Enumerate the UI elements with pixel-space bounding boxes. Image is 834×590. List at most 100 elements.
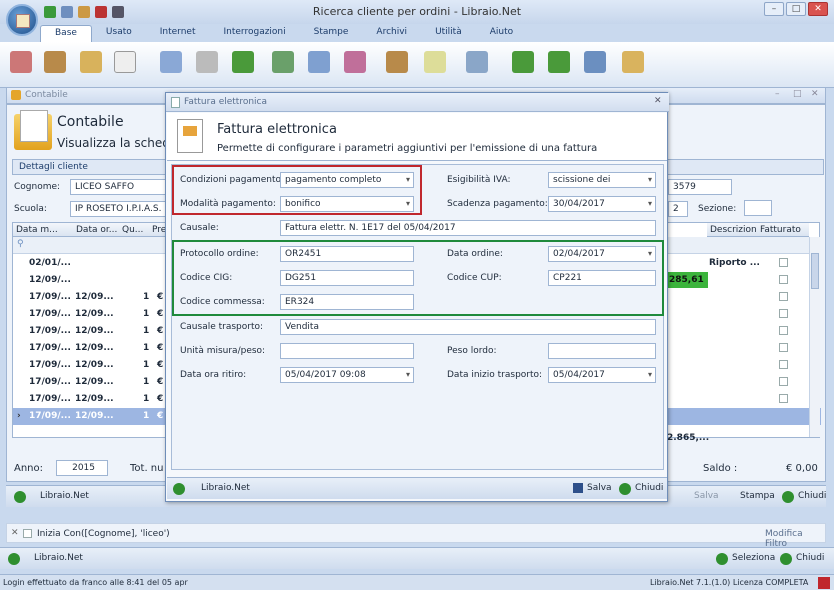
scrollbar-thumb[interactable] [811,253,819,289]
cond-select[interactable]: pagamento completo [280,172,414,188]
peso-spinner[interactable] [548,343,656,359]
book-icon[interactable] [78,6,90,18]
minimize-button[interactable]: – [764,2,784,16]
prot-field[interactable]: OR2451 [280,246,414,262]
app-menu-orb[interactable] [6,4,38,36]
tab-stampe[interactable]: Stampe [300,25,363,43]
col-qu[interactable]: Qu... [119,223,149,237]
close-button[interactable]: ✕ [808,2,828,16]
cognome-field[interactable]: LICEO SAFFO [70,179,166,195]
col-data-m[interactable]: Data m... [13,223,73,237]
anno-spinner[interactable]: 2015 [56,460,108,476]
filter-checkbox[interactable] [23,529,32,538]
inizio-date[interactable]: 05/04/2017 [548,367,656,383]
col-data-or[interactable]: Data or... [73,223,119,237]
cond-label: Condizioni pagamento: [180,175,285,185]
fatturato-checkbox[interactable] [779,326,788,335]
clear-filter-icon[interactable]: ✕ [11,528,19,538]
scad-date[interactable]: 30/04/2017 [548,196,656,212]
search-doc-icon[interactable] [466,51,488,73]
fattura-elettronica-dialog: Fattura elettronica ✕ Fattura elettronic… [165,92,669,502]
upload-2-icon[interactable] [548,51,570,73]
check-doc-icon[interactable] [272,51,294,73]
book-open-icon[interactable] [80,51,102,73]
tab-internet[interactable]: Internet [146,25,210,43]
fatturato-checkbox[interactable] [779,258,788,267]
window-maximize-icon[interactable]: □ [793,89,802,99]
ribbon [0,42,834,88]
fatturato-checkbox[interactable] [779,292,788,301]
fatturato-checkbox[interactable] [779,275,788,284]
panel-save-button[interactable]: Salva [694,491,719,501]
maximize-button[interactable]: □ [786,2,806,16]
cell-price: € [157,292,164,302]
panel-print-button[interactable]: Stampa [740,491,775,501]
ritiro-date[interactable]: 05/04/2017 09:08 [280,367,414,383]
calculator-icon[interactable] [160,51,182,73]
tab-base[interactable]: Base [40,25,92,43]
dialog-close-button[interactable]: Chiudi [635,483,663,493]
esig-select[interactable]: scissione dei pagamenti [548,172,656,188]
client-code-field[interactable]: 3579 [668,179,732,195]
libraio-logo-icon [14,491,26,503]
unita-field[interactable] [280,343,414,359]
user-icon[interactable] [386,51,408,73]
books-2-icon[interactable] [584,51,606,73]
quick-access-toolbar[interactable] [44,6,124,18]
dialog-title: Fattura elettronica [184,97,268,107]
folder-icon[interactable] [622,51,644,73]
dataord-date[interactable]: 02/04/2017 [548,246,656,262]
scuola-field[interactable]: IP ROSETO I.P.I.A.S. [70,201,166,217]
tab-utilita[interactable]: Utilità [421,25,476,43]
fatturato-checkbox[interactable] [779,394,788,403]
new-icon[interactable] [61,6,73,18]
sezione-field[interactable] [744,200,772,216]
comm-field[interactable]: ER324 [280,294,414,310]
dialog-save-button[interactable]: Salva [587,483,612,493]
window-close-icon[interactable]: ✕ [811,89,819,99]
tab-archivi[interactable]: Archivi [362,25,421,43]
causale-field[interactable]: Fattura elettr. N. 1E17 del 05/04/2017 [280,220,656,236]
cell-qty: 1 [143,411,150,421]
bottom-close-button[interactable]: Chiudi [796,553,824,563]
upload-icon[interactable] [512,51,534,73]
cell-green-value: 285,61 [665,272,708,288]
contabile-window-title: Contabile [25,90,68,100]
doc-icon[interactable] [112,6,124,18]
bottom-bar: Libraio.Net Seleziona Chiudi [0,547,834,569]
print-icon[interactable] [95,6,107,18]
tab-aiuto[interactable]: Aiuto [476,25,527,43]
clipboard-icon[interactable] [424,51,446,73]
cart-icon[interactable] [232,51,254,73]
chart-icon[interactable] [344,51,366,73]
cell-price: € [157,377,164,387]
save-icon[interactable] [44,6,56,18]
tab-interrogazioni[interactable]: Interrogazioni [210,25,300,43]
printer-icon[interactable] [196,51,218,73]
select-button[interactable]: Seleziona [732,553,775,563]
panel-close-button[interactable]: Chiudi [798,491,826,501]
fatturato-checkbox[interactable] [779,309,788,318]
col-descrizione[interactable]: Descrizione [707,223,762,237]
fatturato-checkbox[interactable] [779,360,788,369]
mod-select[interactable]: bonifico [280,196,414,212]
window-minimize-icon[interactable]: – [775,89,780,99]
dialog-close-icon[interactable]: ✕ [654,96,662,106]
cig-field[interactable]: DG251 [280,270,414,286]
tab-usato[interactable]: Usato [92,25,146,43]
note-icon[interactable] [114,51,136,73]
grid-scrollbar[interactable] [809,237,820,437]
check-doc-2-icon[interactable] [308,51,330,73]
cup-field[interactable]: CP221 [548,270,656,286]
close-circle-icon [782,491,794,503]
edit-filter-link[interactable]: Modifica Filtro [765,529,825,549]
col-fatturato[interactable]: Fatturato [757,223,809,237]
client-code2-field[interactable]: 2 [668,201,688,217]
cell-date-ord: 12/09... [75,309,114,319]
fatturato-checkbox[interactable] [779,377,788,386]
cell-qty: 1 [143,343,150,353]
fatturato-checkbox[interactable] [779,343,788,352]
customers-icon[interactable] [10,51,32,73]
books-icon[interactable] [44,51,66,73]
trasp-field[interactable]: Vendita [280,319,656,335]
